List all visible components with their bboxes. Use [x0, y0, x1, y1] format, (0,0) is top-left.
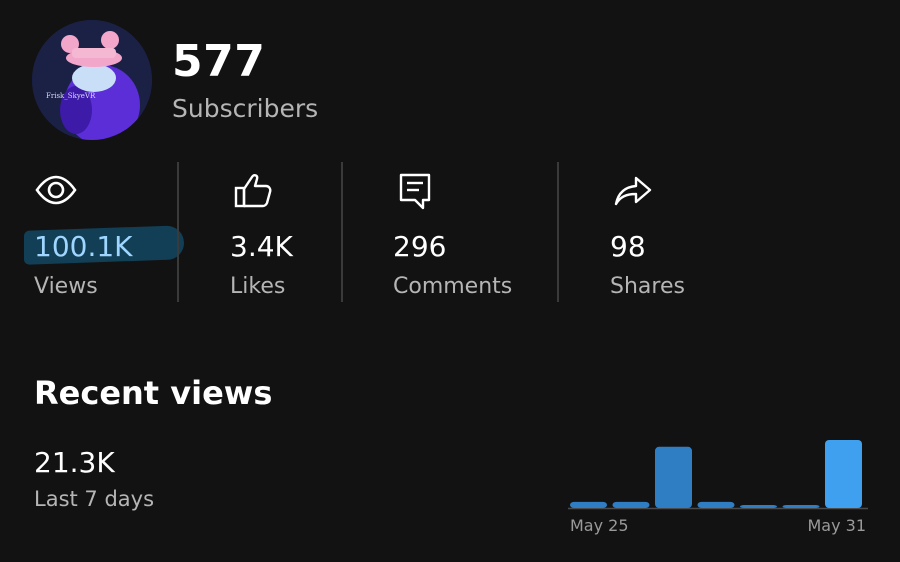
chart-bar-may-27[interactable]: [655, 446, 692, 508]
chart-bar-may-25[interactable]: [570, 501, 607, 508]
chart-bar-may-30[interactable]: [782, 505, 820, 508]
eye-icon: [34, 168, 78, 212]
divider: [557, 162, 559, 302]
stat-comments[interactable]: 296 Comments: [393, 160, 543, 305]
recent-views-chart[interactable]: May 25 May 31: [566, 430, 870, 540]
likes-value: 3.4K: [230, 230, 293, 263]
shares-label: Shares: [610, 274, 685, 299]
recent-views-value: 21.3K: [34, 446, 115, 479]
channel-avatar[interactable]: Frisk_SkyeVR: [32, 20, 152, 140]
stat-likes[interactable]: 3.4K Likes: [230, 160, 330, 305]
stat-shares[interactable]: 98 Shares: [610, 160, 730, 305]
divider: [341, 162, 343, 302]
chart-bar-may-29[interactable]: [740, 505, 777, 508]
chart-bar-may-31[interactable]: [825, 440, 862, 508]
views-label: Views: [34, 274, 98, 299]
subscriber-count: 577: [172, 36, 266, 87]
views-value: 100.1K: [34, 230, 133, 263]
shares-value: 98: [610, 230, 646, 263]
avatar-text: Frisk_SkyeVR: [46, 92, 96, 100]
thumbs-up-icon: [230, 168, 274, 212]
comment-icon: [393, 168, 437, 212]
recent-views-title: Recent views: [34, 374, 273, 412]
chart-tick-label: May 25: [570, 516, 629, 535]
divider: [177, 162, 179, 302]
recent-views-label: Last 7 days: [34, 487, 155, 511]
share-icon: [610, 168, 654, 212]
chart-bar-may-28[interactable]: [697, 501, 735, 508]
comments-label: Comments: [393, 274, 513, 299]
subscriber-label: Subscribers: [172, 94, 319, 123]
likes-label: Likes: [230, 274, 286, 299]
stat-views[interactable]: 100.1K Views: [34, 160, 174, 305]
chart-tick-label: May 31: [807, 516, 866, 535]
chart-bar-may-26[interactable]: [612, 501, 650, 508]
comments-value: 296: [393, 230, 447, 263]
